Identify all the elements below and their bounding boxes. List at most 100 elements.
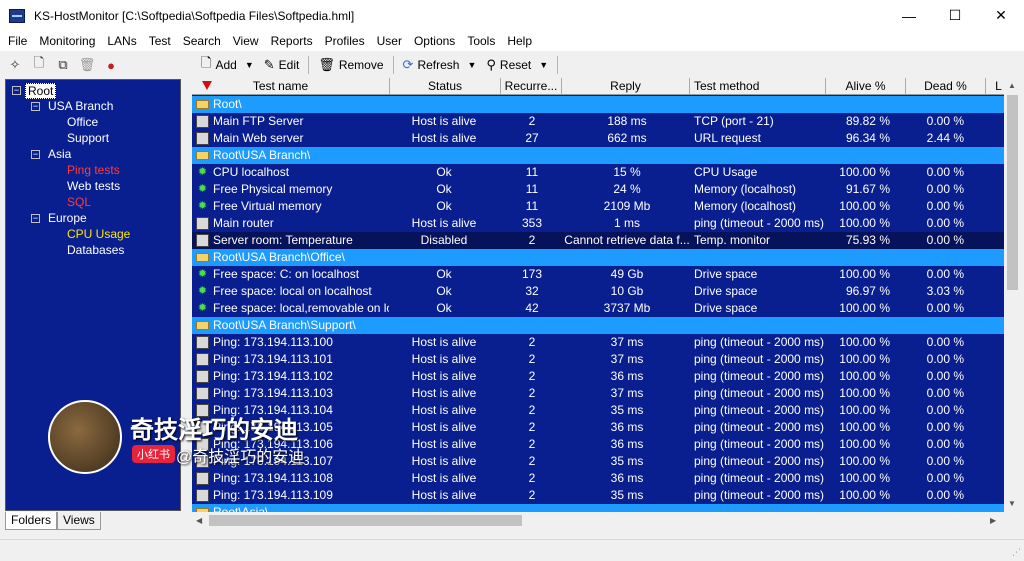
column-last[interactable]: L xyxy=(986,78,1004,95)
tree-item-root[interactable]: Root xyxy=(25,83,57,99)
table-row[interactable]: ✹ Free space: C: on localhost Ok 173 49 Gb Dr… xyxy=(192,266,1004,283)
tree-item-databases[interactable]: Databases xyxy=(67,243,124,257)
folder-row[interactable]: Root\Asia\ xyxy=(192,504,1004,512)
reply-cell: 37 ms xyxy=(610,352,644,366)
recurrence-cell: 2 xyxy=(528,420,536,434)
menu-user[interactable]: User xyxy=(371,34,408,48)
resize-grip-icon[interactable]: ⋰ xyxy=(1012,547,1021,558)
collapse-icon[interactable]: − xyxy=(31,102,40,111)
refresh-button[interactable]: ⟳ Refresh ▼ xyxy=(398,54,482,76)
vertical-scrollbar[interactable]: ▲ ▼ xyxy=(1004,78,1021,512)
tree-item-asia[interactable]: Asia xyxy=(48,147,71,161)
minimize-button[interactable]: — xyxy=(886,0,932,31)
menu-search[interactable]: Search xyxy=(177,34,227,48)
table-row[interactable]: Server room: Temperature Disabled 2 Cannot … xyxy=(192,232,1004,249)
folder-row[interactable]: Root\USA Branch\Office\ xyxy=(192,249,1004,266)
folder-row[interactable]: Root\USA Branch\ xyxy=(192,147,1004,164)
trash-icon[interactable]: 🗑 xyxy=(76,54,98,76)
table-row[interactable]: Ping: 173.194.113.102 Host is alive 2 36 ms… xyxy=(192,368,1004,385)
tree-item-usa-branch[interactable]: USA Branch xyxy=(48,99,113,113)
table-row[interactable]: ✹ CPU localhost Ok 11 15 % CPU Usage 100.00 % 0… xyxy=(192,164,1004,181)
horizontal-scroll-thumb[interactable] xyxy=(209,515,522,526)
menu-bar: File Monitoring LANs Test Search View Re… xyxy=(0,31,1024,51)
tree-item-europe[interactable]: Europe xyxy=(48,211,87,225)
folder-icon xyxy=(196,321,209,330)
tree-item-office[interactable]: Office xyxy=(67,115,98,129)
alive-cell: 100.00 % xyxy=(839,369,890,383)
folder-row[interactable]: Root\ xyxy=(192,96,1004,113)
menu-lans[interactable]: LANs xyxy=(101,34,142,48)
menu-view[interactable]: View xyxy=(227,34,265,48)
recurrence-cell: 27 xyxy=(525,131,539,145)
table-row[interactable]: ✹ Free Virtual memory Ok 11 2109 Mb Memory (l… xyxy=(192,198,1004,215)
tab-folders[interactable]: Folders xyxy=(5,512,58,530)
menu-tools[interactable]: Tools xyxy=(461,34,501,48)
collapse-icon[interactable]: − xyxy=(12,86,21,95)
vertical-scroll-thumb[interactable] xyxy=(1007,95,1018,290)
menu-file[interactable]: File xyxy=(2,34,33,48)
new-folder-icon[interactable]: ✧ xyxy=(4,54,26,76)
tree-item-support[interactable]: Support xyxy=(67,131,109,145)
chevron-down-icon[interactable]: ▼ xyxy=(467,60,476,70)
scroll-left-icon[interactable]: ◀ xyxy=(196,516,202,525)
horizontal-scrollbar[interactable]: ◀ ▶ xyxy=(192,512,1004,529)
recurrence-cell: 42 xyxy=(525,301,539,315)
tree-item-sql[interactable]: SQL xyxy=(67,195,91,209)
test-method-cell: ping (timeout - 2000 ms) xyxy=(694,437,825,451)
menu-reports[interactable]: Reports xyxy=(265,34,319,48)
recurrence-cell: 32 xyxy=(525,284,539,298)
recurrence-cell: 11 xyxy=(525,199,539,213)
column-test-name[interactable]: Test name xyxy=(192,78,390,95)
tree-item-ping-tests[interactable]: Ping tests xyxy=(67,163,120,177)
alive-cell: 89.82 % xyxy=(845,114,890,128)
table-row[interactable]: Ping: 173.194.113.100 Host is alive 2 37 ms… xyxy=(192,334,1004,351)
column-dead[interactable]: Dead % xyxy=(906,78,986,95)
column-test-method[interactable]: Test method xyxy=(690,78,826,95)
edit-button[interactable]: ✎ Edit xyxy=(259,54,305,76)
table-row[interactable]: ✹ Free space: local,removable on loc... Ok… xyxy=(192,300,1004,317)
collapse-icon[interactable]: − xyxy=(31,214,40,223)
folder-row[interactable]: Root\USA Branch\Support\ xyxy=(192,317,1004,334)
menu-options[interactable]: Options xyxy=(408,34,461,48)
column-recurrence[interactable]: Recurre... xyxy=(501,78,562,95)
dead-cell: 0.00 % xyxy=(926,199,964,213)
table-row[interactable]: ✹ Free space: local on localhost Ok 32 10 Gb… xyxy=(192,283,1004,300)
color-palette-icon[interactable]: ● xyxy=(100,54,122,76)
menu-help[interactable]: Help xyxy=(501,34,538,48)
chevron-down-icon[interactable]: ▼ xyxy=(245,60,254,70)
test-method-cell: ping (timeout - 2000 ms) xyxy=(694,369,825,383)
copy-icon[interactable]: ⧉ xyxy=(52,54,74,76)
table-row[interactable]: Main FTP Server Host is alive 2 188 ms TCP (… xyxy=(192,113,1004,130)
maximize-button[interactable]: ☐ xyxy=(932,0,978,31)
column-reply[interactable]: Reply xyxy=(562,78,690,95)
edit-label: Edit xyxy=(278,58,300,72)
status-cell: Host is alive xyxy=(411,471,477,485)
tree-item-web-tests[interactable]: Web tests xyxy=(67,179,120,193)
dead-cell: 0.00 % xyxy=(926,335,964,349)
remove-button[interactable]: 🗑 Remove xyxy=(313,54,388,76)
scroll-right-icon[interactable]: ▶ xyxy=(990,516,996,525)
sort-arrow-icon xyxy=(202,81,212,90)
table-row[interactable]: Main Web server Host is alive 27 662 ms URL … xyxy=(192,130,1004,147)
menu-test[interactable]: Test xyxy=(143,34,177,48)
column-alive[interactable]: Alive % xyxy=(826,78,906,95)
collapse-icon[interactable]: − xyxy=(31,150,40,159)
tree-item-cpu-usage[interactable]: CPU Usage xyxy=(67,227,130,241)
menu-monitoring[interactable]: Monitoring xyxy=(33,34,101,48)
add-button[interactable]: 🗋 Add ▼ xyxy=(196,54,259,76)
table-row[interactable]: Ping: 173.194.113.109 Host is alive 2 35 ms… xyxy=(192,487,1004,504)
scroll-down-icon[interactable]: ▼ xyxy=(1008,499,1016,508)
reset-button[interactable]: ⚲ Reset ▼ xyxy=(481,54,553,76)
new-file-icon[interactable]: 🗋 xyxy=(28,54,50,76)
menu-profiles[interactable]: Profiles xyxy=(319,34,371,48)
test-method-cell: Memory (localhost) xyxy=(694,182,797,196)
table-row[interactable]: ✹ Free Physical memory Ok 11 24 % Memory (loc… xyxy=(192,181,1004,198)
chevron-down-icon[interactable]: ▼ xyxy=(539,60,548,70)
table-row[interactable]: Ping: 173.194.113.101 Host is alive 2 37 ms… xyxy=(192,351,1004,368)
column-status[interactable]: Status xyxy=(390,78,501,95)
dead-cell: 0.00 % xyxy=(926,165,964,179)
tab-views[interactable]: Views xyxy=(57,512,101,530)
scroll-up-icon[interactable]: ▲ xyxy=(1008,81,1016,90)
table-row[interactable]: Main router Host is alive 353 1 ms ping (tim… xyxy=(192,215,1004,232)
close-button[interactable]: ✕ xyxy=(978,0,1024,31)
